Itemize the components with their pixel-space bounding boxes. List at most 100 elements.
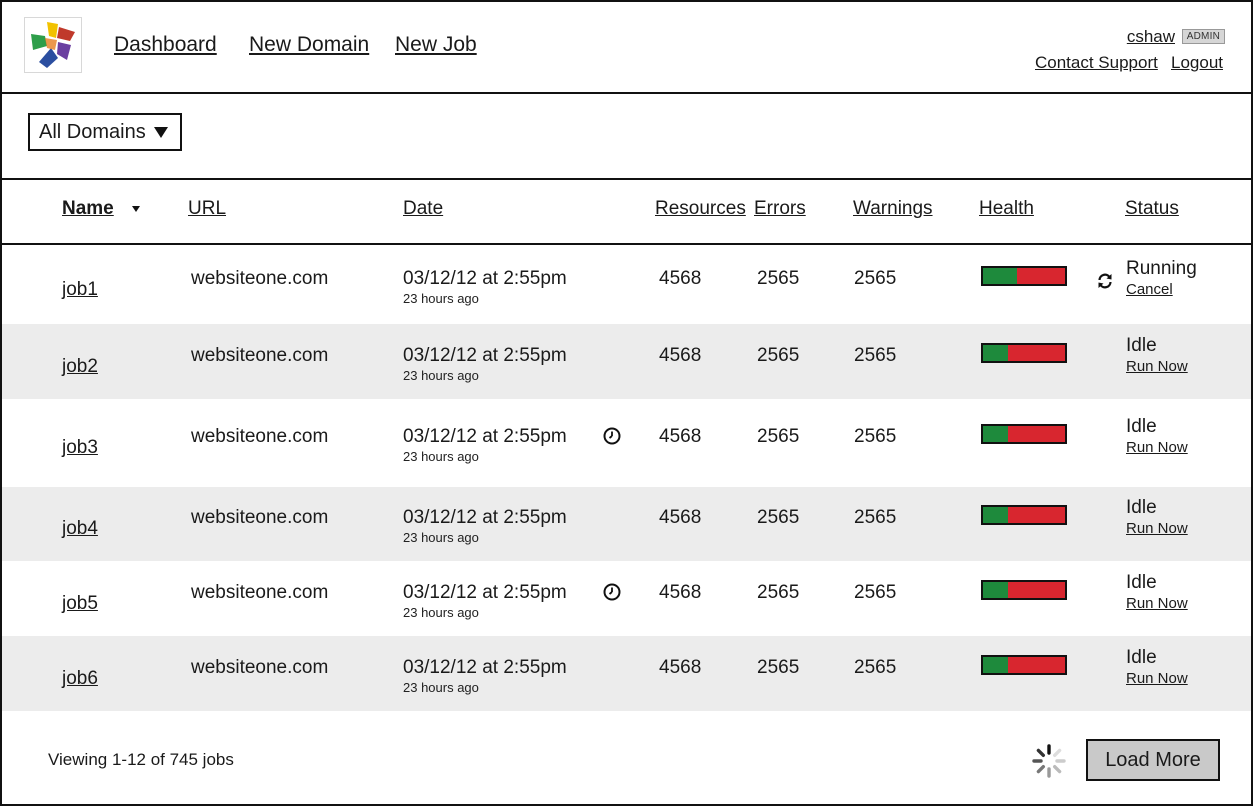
job-status: Idle [1126, 497, 1157, 518]
job-status: Idle [1126, 572, 1157, 593]
app-frame: Dashboard New Domain New Job cshaw ADMIN… [0, 0, 1253, 806]
job-resources: 4568 [659, 507, 702, 528]
job-url: websiteone.com [191, 268, 329, 289]
job-name-link[interactable]: job2 [62, 356, 98, 378]
column-header-warnings[interactable]: Warnings [853, 198, 933, 220]
table-row: job6 websiteone.com 03/12/12 at 2:55pm 23 h… [2, 636, 1251, 711]
job-status: Idle [1126, 335, 1157, 356]
job-date-relative: 23 hours ago [403, 368, 479, 383]
job-resources: 4568 [659, 345, 702, 366]
job-date: 03/12/12 at 2:55pm [403, 657, 567, 678]
filter-bar: All Domains [2, 94, 1251, 180]
health-bar-good-portion [983, 657, 1009, 673]
column-header-errors[interactable]: Errors [754, 198, 806, 220]
run-now-link[interactable]: Run Now [1126, 520, 1188, 537]
job-warnings: 2565 [854, 657, 897, 678]
job-warnings: 2565 [854, 426, 897, 447]
job-date-relative: 23 hours ago [403, 530, 479, 545]
table-row: job5 websiteone.com 03/12/12 at 2:55pm 23 h… [2, 561, 1251, 636]
column-header-date[interactable]: Date [403, 198, 443, 220]
app-logo[interactable] [24, 17, 82, 73]
sort-desc-icon[interactable] [132, 206, 140, 212]
job-date: 03/12/12 at 2:55pm [403, 507, 567, 528]
run-now-link[interactable]: Run Now [1126, 670, 1188, 687]
spinner-icon [1032, 744, 1066, 778]
job-status: Idle [1126, 647, 1157, 668]
table-header: Name URL Date Resources Errors Warnings … [2, 180, 1251, 245]
run-now-link[interactable]: Run Now [1126, 595, 1188, 612]
health-bar [981, 266, 1067, 286]
job-warnings: 2565 [854, 582, 897, 603]
job-status: Idle [1126, 416, 1157, 437]
health-bar-good-portion [983, 345, 1009, 361]
health-bar [981, 580, 1067, 600]
table-row: job4 websiteone.com 03/12/12 at 2:55pm 23 h… [2, 487, 1251, 561]
job-errors: 2565 [757, 507, 800, 528]
job-name-link[interactable]: job5 [62, 593, 98, 615]
health-bar-good-portion [983, 582, 1009, 598]
load-more-button[interactable]: Load More [1086, 739, 1220, 781]
health-bar [981, 505, 1067, 525]
job-url: websiteone.com [191, 507, 329, 528]
contact-support-link[interactable]: Contact Support [1035, 53, 1158, 73]
job-date-relative: 23 hours ago [403, 605, 479, 620]
health-bar-good-portion [983, 426, 1009, 442]
job-errors: 2565 [757, 268, 800, 289]
job-status: Running [1126, 258, 1197, 279]
health-bar-good-portion [983, 268, 1018, 284]
health-bar-good-portion [983, 507, 1009, 523]
clock-icon [603, 427, 621, 445]
job-url: websiteone.com [191, 657, 329, 678]
nav-new-job[interactable]: New Job [395, 33, 477, 57]
cancel-link[interactable]: Cancel [1126, 281, 1173, 298]
job-resources: 4568 [659, 426, 702, 447]
job-resources: 4568 [659, 268, 702, 289]
job-errors: 2565 [757, 426, 800, 447]
star-logo-icon [31, 22, 75, 68]
column-header-health[interactable]: Health [979, 198, 1034, 220]
column-header-name[interactable]: Name [62, 198, 114, 220]
job-date-relative: 23 hours ago [403, 680, 479, 695]
job-name-link[interactable]: job1 [62, 279, 98, 301]
job-date: 03/12/12 at 2:55pm [403, 268, 567, 289]
clock-icon [603, 583, 621, 601]
job-date-relative: 23 hours ago [403, 449, 479, 464]
refresh-icon [1098, 273, 1112, 289]
job-date-relative: 23 hours ago [403, 291, 479, 306]
job-url: websiteone.com [191, 345, 329, 366]
job-warnings: 2565 [854, 268, 897, 289]
nav-dashboard[interactable]: Dashboard [114, 33, 217, 57]
job-url: websiteone.com [191, 426, 329, 447]
top-header: Dashboard New Domain New Job cshaw ADMIN… [2, 2, 1251, 94]
nav-new-domain[interactable]: New Domain [249, 33, 369, 57]
health-bar [981, 343, 1067, 363]
table-row: job1 websiteone.com 03/12/12 at 2:55pm 23 h… [2, 245, 1251, 324]
run-now-link[interactable]: Run Now [1126, 358, 1188, 375]
job-name-link[interactable]: job6 [62, 668, 98, 690]
dropdown-arrow-icon [154, 126, 168, 138]
job-errors: 2565 [757, 345, 800, 366]
job-name-link[interactable]: job3 [62, 437, 98, 459]
job-warnings: 2565 [854, 507, 897, 528]
job-date: 03/12/12 at 2:55pm [403, 426, 567, 447]
job-url: websiteone.com [191, 582, 329, 603]
role-badge: ADMIN [1181, 29, 1225, 44]
job-errors: 2565 [757, 582, 800, 603]
run-now-link[interactable]: Run Now [1126, 439, 1188, 456]
health-bar [981, 424, 1067, 444]
job-resources: 4568 [659, 582, 702, 603]
table-row: job3 websiteone.com 03/12/12 at 2:55pm 23 h… [2, 399, 1251, 487]
username-link[interactable]: cshaw [1127, 27, 1175, 47]
health-bar [981, 655, 1067, 675]
column-header-url[interactable]: URL [188, 198, 226, 220]
column-header-status[interactable]: Status [1125, 198, 1179, 220]
job-resources: 4568 [659, 657, 702, 678]
job-warnings: 2565 [854, 345, 897, 366]
job-errors: 2565 [757, 657, 800, 678]
job-date: 03/12/12 at 2:55pm [403, 582, 567, 603]
logout-link[interactable]: Logout [1171, 53, 1223, 73]
domain-select[interactable]: All Domains [28, 113, 182, 151]
column-header-resources[interactable]: Resources [655, 198, 746, 220]
job-date: 03/12/12 at 2:55pm [403, 345, 567, 366]
job-name-link[interactable]: job4 [62, 518, 98, 540]
